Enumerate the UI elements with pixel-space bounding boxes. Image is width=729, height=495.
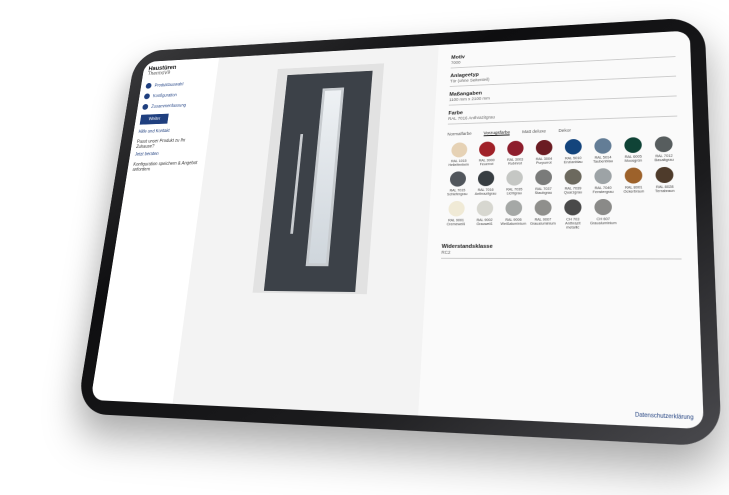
color-swatch-label: RAL 7037 Staubgrau — [534, 186, 553, 196]
color-swatch-circle — [535, 169, 553, 186]
color-swatch-label: RAL 9007 Graualuminium — [529, 217, 556, 226]
color-swatch[interactable]: RAL 9001 Cremeweiß — [442, 200, 470, 230]
tablet: Haustüren ThermoV9 Produktauswahl Konfig… — [0, 0, 729, 495]
config-panel: Motiv 7000 Anlageetyp Tür (ohne Seitenteil… — [418, 30, 704, 429]
color-swatch[interactable]: RAL 9007 Graualuminium — [529, 199, 557, 230]
color-swatch[interactable]: CH 607 Graualuminium — [589, 198, 618, 230]
color-swatch-circle — [535, 139, 553, 156]
tab-preferred[interactable]: Vorzugsfarbe — [483, 129, 511, 137]
step-dot-icon — [145, 82, 152, 89]
color-swatch-circle — [449, 171, 467, 187]
step-dot-icon — [142, 103, 149, 110]
color-swatch-label: RAL 3000 Feuerrot — [478, 158, 495, 167]
help-link[interactable]: Hilfe und Kontakt — [138, 127, 205, 135]
color-swatch-label: RAL 7015 Schiefergrau — [446, 188, 468, 197]
color-swatch[interactable]: CH 703 Anthrazit metallic — [559, 199, 587, 230]
color-swatch[interactable]: RAL 9002 Grauweiß — [471, 200, 499, 230]
color-swatch-circle — [564, 138, 582, 155]
color-tabs: Normalfarbe Vorzugsfarbe Matt deluxe Dek… — [447, 124, 677, 137]
color-swatch-label: RAL 3003 Rubinrot — [506, 157, 524, 166]
color-swatch-label: RAL 8028 Terrabraun — [655, 184, 675, 194]
color-swatch-circle — [624, 167, 643, 184]
color-swatch-label: RAL 1015 Hellelfenbein — [448, 159, 470, 167]
color-swatch[interactable]: RAL 7012 Basaltgrau — [649, 136, 678, 162]
tab-decor[interactable]: Dekor — [558, 128, 571, 134]
color-swatch-circle — [624, 137, 642, 154]
color-swatch-circle — [594, 137, 612, 154]
color-swatch[interactable]: RAL 7037 Staubgrau — [530, 169, 558, 195]
color-swatch-circle — [655, 166, 674, 184]
color-swatch-circle — [654, 136, 673, 153]
color-swatch[interactable]: RAL 9006 Weißaluminium — [500, 200, 528, 230]
color-swatch-label: RAL 9002 Grauweiß — [476, 218, 493, 227]
tab-standard[interactable]: Normalfarbe — [447, 131, 471, 137]
color-swatch[interactable]: RAL 7040 Fenstergrau — [589, 168, 617, 194]
color-swatch-circle — [448, 200, 465, 217]
door-glass — [305, 87, 345, 267]
color-swatch-circle — [476, 200, 494, 217]
color-swatch-circle — [451, 142, 468, 158]
color-swatch-label: RAL 5014 Taubenblau — [593, 155, 614, 164]
color-swatch-label: RAL 3004 Purpurrot — [535, 156, 553, 165]
color-swatch-label: RAL 7016 Anthrazitgrau — [474, 187, 497, 196]
step-summary[interactable]: Zusammenfassung — [142, 101, 208, 110]
color-swatch-circle — [594, 198, 612, 216]
color-swatch-label: RAL 7012 Basaltgrau — [654, 153, 674, 163]
color-swatch-circle — [478, 141, 496, 157]
color-swatch[interactable]: RAL 6005 Moosgrün — [619, 137, 648, 163]
color-swatch[interactable]: RAL 7039 Quarzgrau — [559, 168, 587, 195]
color-swatch[interactable]: RAL 7035 Lichtgrau — [501, 170, 528, 196]
color-swatch-circle — [564, 168, 582, 185]
color-swatch-circle — [564, 199, 582, 216]
color-swatch-circle — [507, 140, 524, 157]
color-swatch-label: RAL 6005 Moosgrün — [624, 154, 643, 163]
color-swatch[interactable]: RAL 1015 Hellelfenbein — [446, 142, 473, 167]
step-product[interactable]: Produktauswahl — [145, 80, 211, 89]
door-handle — [290, 134, 304, 234]
color-swatch[interactable]: RAL 8001 Ockerbraun — [619, 167, 648, 194]
color-swatch[interactable]: RAL 5014 Taubenblau — [589, 137, 617, 164]
color-swatch-label: RAL 8001 Ockerbraun — [623, 185, 645, 194]
tab-matt-deluxe[interactable]: Matt deluxe — [522, 129, 546, 135]
door-preview — [172, 44, 439, 416]
info-link[interactable]: Jetzt beraten — [134, 150, 201, 158]
color-swatch[interactable]: RAL 7015 Schiefergrau — [444, 171, 471, 196]
color-swatch-circle — [506, 170, 524, 186]
color-swatch[interactable]: RAL 3000 Feuerrot — [473, 141, 500, 166]
tablet-screen: Haustüren ThermoV9 Produktauswahl Konfig… — [90, 30, 704, 430]
step-configuration[interactable]: Konfiguration — [143, 91, 210, 100]
tablet-bezel: Haustüren ThermoV9 Produktauswahl Konfig… — [76, 16, 722, 447]
color-swatch-label: RAL 5010 Enzianblau — [563, 156, 583, 165]
color-swatch[interactable]: RAL 7016 Anthrazitgrau — [472, 170, 499, 196]
color-swatch[interactable]: RAL 8028 Terrabraun — [650, 166, 680, 194]
color-swatch-label: RAL 7040 Fenstergrau — [592, 185, 614, 195]
color-swatch-circle — [534, 199, 552, 216]
color-swatch-label: RAL 9006 Weißaluminium — [500, 217, 527, 226]
color-swatch-circle — [477, 170, 495, 187]
color-swatch-label: CH 607 Graualuminium — [589, 217, 617, 226]
color-swatch-label: RAL 7035 Lichtgrau — [506, 187, 523, 196]
color-swatch-circle — [505, 200, 523, 216]
info-title: Passt unser Produkt zu Ihr Zuhause? — [135, 137, 186, 150]
color-swatch[interactable]: RAL 5010 Enzianblau — [559, 138, 587, 165]
next-button[interactable]: Weiter — [139, 113, 170, 125]
color-swatch[interactable]: RAL 3003 Rubinrot — [502, 140, 529, 166]
color-swatch-label: RAL 9001 Cremeweiß — [446, 218, 466, 227]
field-resistance[interactable]: Widerstandsklasse RC2 — [441, 240, 682, 260]
info-text: Konfiguration speichern & Angebot anford… — [132, 160, 198, 173]
color-swatch-circle — [594, 168, 612, 185]
color-swatch-grid: RAL 1015 Hellelfenbein RAL 3000 Feuerrot R… — [442, 136, 690, 235]
color-swatch[interactable]: RAL 3004 Purpurrot — [530, 139, 557, 165]
color-swatch-label: RAL 7039 Quarzgrau — [563, 186, 583, 195]
color-swatch-label: CH 703 Anthrazit metallic — [565, 217, 581, 230]
step-dot-icon — [143, 93, 151, 100]
